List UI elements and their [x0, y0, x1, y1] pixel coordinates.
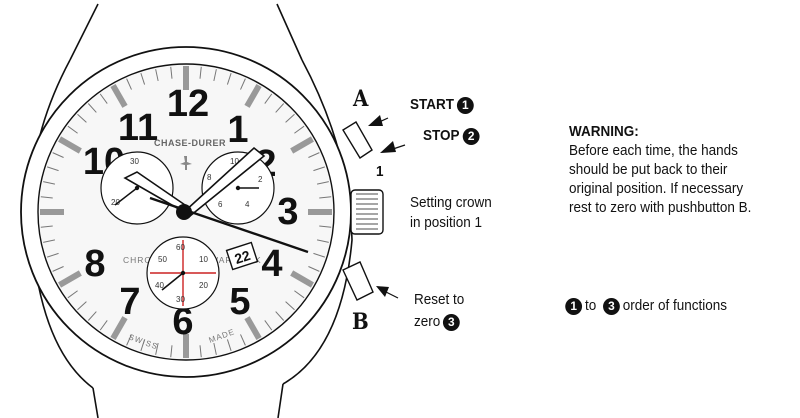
- reset-arrow: [376, 286, 399, 299]
- hour-7: 7: [119, 281, 140, 323]
- legend-badge-3: 3: [602, 297, 620, 315]
- pusher-b-label: B: [352, 309, 369, 335]
- subdial-bottom-50: 50: [158, 255, 167, 264]
- step-3-badge: 3: [443, 313, 460, 331]
- start-text: START: [410, 96, 455, 113]
- subdial-bottom-60: 60: [176, 243, 185, 252]
- hour-4: 4: [261, 243, 282, 285]
- crown-shape: [350, 189, 384, 235]
- legend-order-text: order of functions: [622, 297, 728, 314]
- reset-line1: Reset to: [414, 291, 465, 308]
- setting-crown-line2: in position 1: [410, 214, 483, 231]
- hour-3: 3: [277, 191, 298, 233]
- warning-title: WARNING:: [569, 123, 639, 140]
- crown-position-label: 1: [376, 163, 384, 180]
- setting-crown-line1: Setting crown: [410, 194, 492, 211]
- subdial-bottom-10: 10: [199, 255, 208, 264]
- start-arrow: [368, 115, 389, 126]
- stop-text: STOP: [423, 127, 460, 144]
- hour-11: 11: [118, 107, 158, 149]
- pusher-a-shape: [342, 121, 373, 159]
- subdial-right-8: 8: [207, 173, 212, 182]
- stop-label: STOP 2: [423, 126, 480, 145]
- subdial-right-4: 4: [245, 200, 250, 209]
- subdial-left-30: 30: [130, 157, 139, 166]
- subdial-right-6: 6: [218, 200, 223, 209]
- watch-strap-bottom: [92, 383, 284, 418]
- subdial-bottom-30: 30: [176, 295, 185, 304]
- brand-text: CHASE-DURER: [154, 138, 226, 148]
- hour-5: 5: [229, 281, 250, 323]
- pusher-a-label: A: [353, 86, 369, 112]
- subdial-right-2: 2: [258, 175, 263, 184]
- hour-8: 8: [84, 243, 105, 285]
- legend-to-text: to: [585, 297, 597, 314]
- pusher-b-shape: [342, 261, 374, 301]
- reset-zero-text: zero: [414, 313, 441, 330]
- step-2-badge: 2: [462, 127, 480, 145]
- hour-1: 1: [227, 109, 248, 151]
- center-pinion: [176, 204, 192, 220]
- step-1-badge: 1: [456, 96, 474, 114]
- reset-line2: zero 3: [414, 312, 460, 331]
- warning-text: Before each time, the hands should be pu…: [569, 142, 752, 216]
- legend-line: 1 to 3 order of functions: [565, 296, 728, 315]
- legend-badge-1: 1: [565, 297, 583, 315]
- start-label: START 1: [410, 95, 474, 114]
- subdial-bottom-20: 20: [199, 281, 208, 290]
- stop-arrow: [380, 141, 406, 153]
- hour-12: 12: [167, 83, 209, 125]
